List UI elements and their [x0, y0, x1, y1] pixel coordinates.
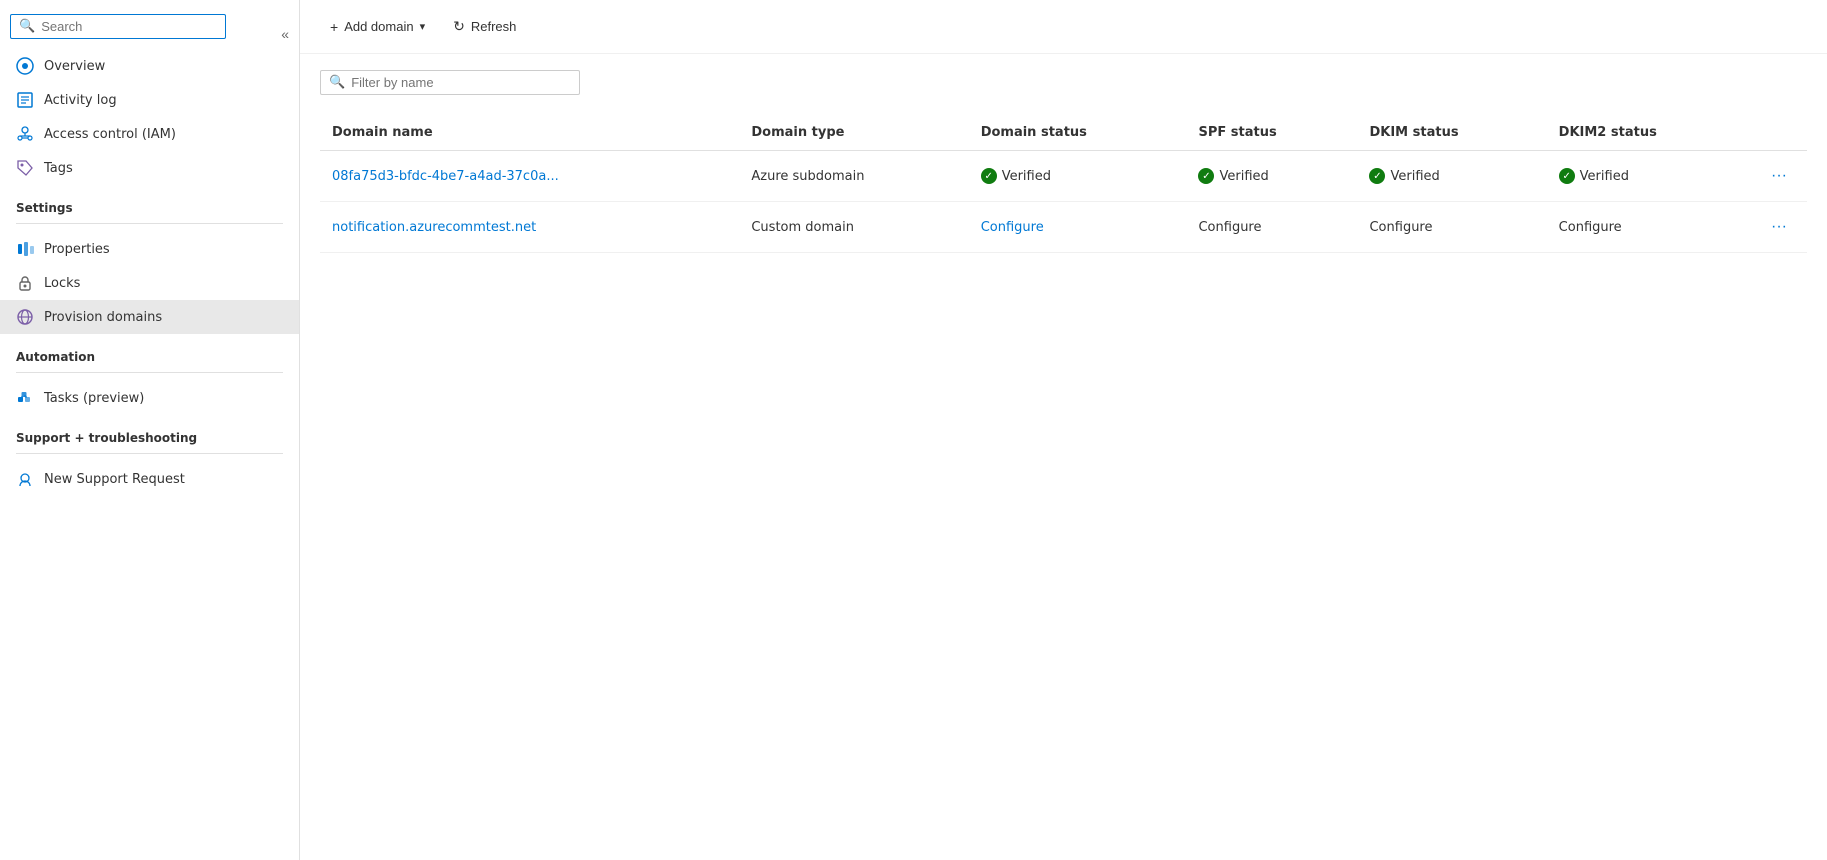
add-domain-button[interactable]: + Add domain ▾ — [320, 13, 435, 41]
provision-domains-label: Provision domains — [44, 310, 162, 325]
check-icon: ✓ — [1198, 168, 1214, 184]
provision-icon — [16, 308, 34, 326]
refresh-button[interactable]: ↻ Refresh — [443, 12, 526, 41]
cell-spf-status: ✓Verified — [1186, 151, 1357, 202]
tags-icon — [16, 159, 34, 177]
filter-input[interactable] — [351, 75, 571, 90]
chevron-down-icon: ▾ — [420, 20, 426, 33]
properties-icon — [16, 240, 34, 258]
sidebar-item-new-support[interactable]: New Support Request — [0, 462, 299, 496]
settings-section-header: Settings — [0, 185, 299, 219]
sidebar-item-locks[interactable]: Locks — [0, 266, 299, 300]
cell-dkim2-status: Configure — [1547, 202, 1751, 253]
cell-domain-name[interactable]: 08fa75d3-bfdc-4be7-a4ad-37c0a... — [320, 151, 739, 202]
iam-label: Access control (IAM) — [44, 127, 176, 142]
support-section-header: Support + troubleshooting — [0, 415, 299, 449]
support-divider — [16, 453, 283, 454]
sidebar-item-tasks[interactable]: Tasks (preview) — [0, 381, 299, 415]
col-header-dkim2-status: DKIM2 status — [1547, 115, 1751, 151]
cell-domain-name[interactable]: notification.azurecommtest.net — [320, 202, 739, 253]
cell-domain-status: ✓Verified — [969, 151, 1187, 202]
domains-table: Domain name Domain type Domain status SP… — [320, 115, 1807, 253]
tasks-icon — [16, 389, 34, 407]
cell-domain-status[interactable]: Configure — [969, 202, 1187, 253]
refresh-label: Refresh — [471, 19, 517, 34]
col-header-dkim-status: DKIM status — [1357, 115, 1546, 151]
domain-name-link[interactable]: 08fa75d3-bfdc-4be7-a4ad-37c0a... — [332, 169, 559, 184]
domain-name-link[interactable]: notification.azurecommtest.net — [332, 220, 536, 235]
row-ellipsis-button[interactable]: ··· — [1763, 214, 1795, 240]
filter-icon: 🔍 — [329, 75, 345, 90]
search-icon: 🔍 — [19, 19, 35, 34]
row-ellipsis-button[interactable]: ··· — [1763, 163, 1795, 189]
configure-link[interactable]: Configure — [981, 220, 1044, 235]
activity-icon — [16, 91, 34, 109]
search-row: 🔍 « — [0, 8, 299, 49]
search-box[interactable]: 🔍 — [10, 14, 226, 39]
content-area: 🔍 Domain name Domain type Domain status … — [300, 54, 1827, 860]
sidebar-item-activity-log[interactable]: Activity log — [0, 83, 299, 117]
overview-icon — [16, 57, 34, 75]
refresh-icon: ↻ — [453, 18, 465, 35]
table-row: 08fa75d3-bfdc-4be7-a4ad-37c0a... Azure su… — [320, 151, 1807, 202]
add-domain-label: Add domain — [344, 19, 413, 34]
check-icon: ✓ — [981, 168, 997, 184]
sidebar-item-iam[interactable]: Access control (IAM) — [0, 117, 299, 151]
overview-label: Overview — [44, 59, 105, 74]
status-verified: ✓Verified — [1369, 168, 1534, 184]
settings-divider — [16, 223, 283, 224]
check-icon: ✓ — [1559, 168, 1575, 184]
locks-label: Locks — [44, 276, 80, 291]
automation-divider — [16, 372, 283, 373]
cell-dkim-status: Configure — [1357, 202, 1546, 253]
sidebar: 🔍 « Overview Activity log — [0, 0, 300, 860]
main-content: + Add domain ▾ ↻ Refresh 🔍 Domain name D… — [300, 0, 1827, 860]
activity-log-label: Activity log — [44, 93, 117, 108]
sidebar-item-provision-domains[interactable]: Provision domains — [0, 300, 299, 334]
collapse-button[interactable]: « — [271, 26, 299, 42]
col-header-domain-type: Domain type — [739, 115, 968, 151]
tags-label: Tags — [44, 161, 73, 176]
sidebar-item-tags[interactable]: Tags — [0, 151, 299, 185]
cell-dkim-status: ✓Verified — [1357, 151, 1546, 202]
cell-domain-type: Azure subdomain — [739, 151, 968, 202]
plus-icon: + — [330, 19, 338, 35]
sidebar-item-overview[interactable]: Overview — [0, 49, 299, 83]
col-header-domain-status: Domain status — [969, 115, 1187, 151]
status-verified: ✓Verified — [1198, 168, 1345, 184]
cell-domain-type: Custom domain — [739, 202, 968, 253]
sidebar-item-properties[interactable]: Properties — [0, 232, 299, 266]
tasks-label: Tasks (preview) — [44, 391, 144, 406]
toolbar: + Add domain ▾ ↻ Refresh — [300, 0, 1827, 54]
col-header-actions — [1751, 115, 1807, 151]
iam-icon — [16, 125, 34, 143]
status-verified: ✓Verified — [981, 168, 1175, 184]
cell-dkim2-status: ✓Verified — [1547, 151, 1751, 202]
col-header-spf-status: SPF status — [1186, 115, 1357, 151]
automation-section-header: Automation — [0, 334, 299, 368]
check-icon: ✓ — [1369, 168, 1385, 184]
properties-label: Properties — [44, 242, 110, 257]
filter-bar[interactable]: 🔍 — [320, 70, 580, 95]
table-row: notification.azurecommtest.net Custom dom… — [320, 202, 1807, 253]
support-icon — [16, 470, 34, 488]
cell-row-actions[interactable]: ··· — [1751, 151, 1807, 202]
locks-icon — [16, 274, 34, 292]
cell-spf-status: Configure — [1186, 202, 1357, 253]
cell-row-actions[interactable]: ··· — [1751, 202, 1807, 253]
table-header-row: Domain name Domain type Domain status SP… — [320, 115, 1807, 151]
search-input[interactable] — [41, 19, 217, 34]
new-support-label: New Support Request — [44, 472, 185, 487]
col-header-domain-name: Domain name — [320, 115, 739, 151]
status-verified: ✓Verified — [1559, 168, 1739, 184]
